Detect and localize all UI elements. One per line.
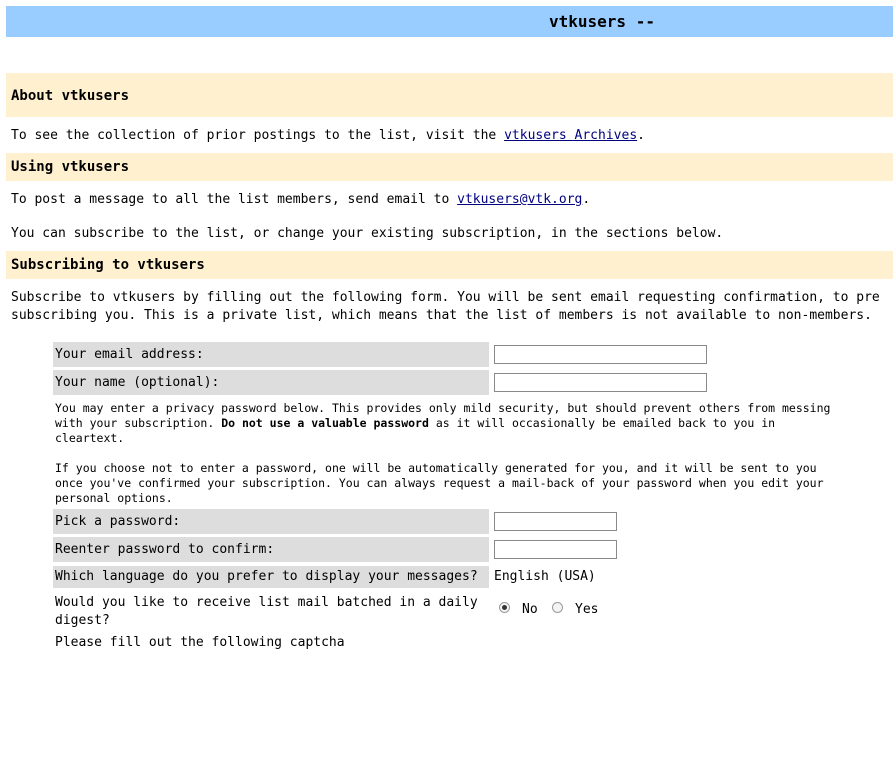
- auto-password-text: If you choose not to enter a password, o…: [55, 461, 824, 506]
- password-field[interactable]: [494, 512, 617, 531]
- email-field[interactable]: [494, 345, 707, 364]
- about-text-before: To see the collection of prior postings …: [11, 128, 497, 143]
- password-label-cell: Pick a password:: [53, 509, 489, 534]
- digest-yes-label: Yes: [575, 602, 599, 617]
- using-heading: Using vtkusers: [11, 159, 130, 175]
- privacy-line3: cleartext.: [55, 431, 125, 445]
- email-label: Your email address:: [55, 347, 204, 362]
- list-title-bar: vtkusers --: [6, 6, 893, 37]
- list-title: vtkusers --: [549, 12, 655, 31]
- using-section-header: Using vtkusers: [6, 153, 893, 181]
- subscribing-section-header: Subscribing to vtkusers: [6, 251, 893, 279]
- auto-line2: once you've confirmed your subscription.…: [55, 476, 824, 490]
- language-label-cell: Which language do you prefer to display …: [53, 566, 489, 588]
- post-text: To post a message to all the list member…: [11, 192, 590, 207]
- privacy-line1: You may enter a privacy password below. …: [55, 401, 831, 415]
- name-label: Your name (optional):: [55, 375, 220, 390]
- language-label: Which language do you prefer to display …: [55, 569, 478, 584]
- captcha-prompt: Please fill out the following captcha: [55, 635, 345, 650]
- password-label: Pick a password:: [55, 514, 181, 529]
- about-text: To see the collection of prior postings …: [11, 128, 645, 143]
- privacy-text: You may enter a privacy password below. …: [55, 401, 830, 446]
- subscribe-intro-line2: subscribing you. This is a private list,…: [11, 308, 872, 323]
- about-text-after: .: [637, 128, 645, 143]
- auto-line3: personal options.: [55, 491, 173, 505]
- subscribe-info-text: You can subscribe to the list, or change…: [11, 226, 724, 241]
- auto-line1: If you choose not to enter a password, o…: [55, 461, 817, 475]
- privacy-line2-after: as it will occasionally be emailed back …: [435, 416, 776, 430]
- digest-label-line1: Would you like to receive list mail batc…: [55, 595, 478, 610]
- digest-yes-radio[interactable]: [552, 602, 563, 613]
- about-section-header: About vtkusers: [6, 73, 893, 117]
- privacy-line2: with your subscription. Do not use a val…: [55, 416, 830, 431]
- digest-label-line2: digest?: [55, 613, 110, 628]
- confirm-label-cell: Reenter password to confirm:: [53, 537, 489, 562]
- digest-no-radio[interactable]: [499, 602, 510, 613]
- confirm-password-field[interactable]: [494, 540, 617, 559]
- about-heading: About vtkusers: [11, 88, 130, 104]
- digest-label: Would you like to receive list mail batc…: [55, 594, 478, 630]
- name-label-cell: Your name (optional):: [53, 370, 489, 395]
- digest-no-label: No: [522, 602, 538, 617]
- privacy-line2-before: with your subscription.: [55, 416, 215, 430]
- language-value: English (USA): [494, 569, 596, 584]
- privacy-warning: Do not use a valuable password: [221, 416, 429, 430]
- post-text-before: To post a message to all the list member…: [11, 192, 450, 207]
- subscribe-intro-line1: Subscribe to vtkusers by filling out the…: [11, 290, 880, 305]
- post-text-after: .: [582, 192, 591, 207]
- subscribing-heading: Subscribing to vtkusers: [11, 257, 205, 273]
- name-field[interactable]: [494, 373, 707, 392]
- archives-link[interactable]: vtkusers Archives: [504, 128, 637, 143]
- confirm-label: Reenter password to confirm:: [55, 542, 275, 557]
- list-email-link[interactable]: vtkusers@vtk.org: [457, 192, 582, 207]
- email-label-cell: Your email address:: [53, 342, 489, 367]
